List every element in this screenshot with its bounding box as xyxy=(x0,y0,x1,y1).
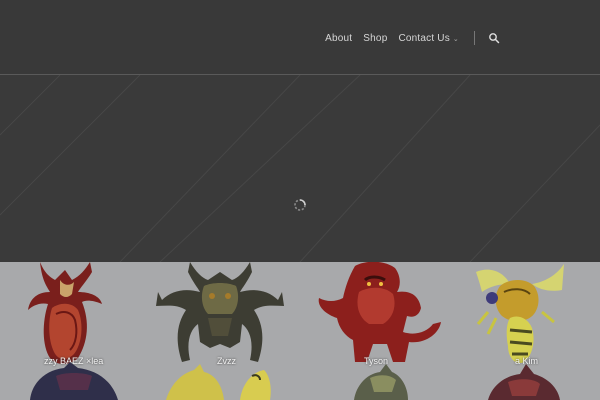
loading-spinner-icon xyxy=(294,199,306,211)
nav-shop[interactable]: Shop xyxy=(363,33,387,44)
chevron-down-icon: ⌄ xyxy=(452,35,459,43)
site-header: About Shop Contact Us ⌄ xyxy=(0,0,600,75)
creature-image-5[interactable] xyxy=(20,362,130,400)
creature-image-7[interactable] xyxy=(340,362,420,400)
nav-contact-label: Contact Us xyxy=(398,32,450,44)
search-icon[interactable] xyxy=(488,32,500,44)
creature-image-1[interactable] xyxy=(20,262,110,367)
nav-contact[interactable]: Contact Us ⌄ xyxy=(398,33,459,44)
creature-image-3[interactable] xyxy=(315,262,445,367)
creature-image-2[interactable] xyxy=(150,262,290,367)
nav-divider xyxy=(474,31,475,45)
nav-about[interactable]: About xyxy=(325,33,352,44)
diagonal-lines-decoration xyxy=(0,75,600,262)
creature-image-4[interactable] xyxy=(470,262,570,367)
creature-image-6[interactable] xyxy=(160,362,280,400)
loading-overlay xyxy=(0,75,600,262)
creature-gallery: zzy BAEZ ×lea Zvzz Tyson a Kim xyxy=(0,262,600,400)
creature-image-8[interactable] xyxy=(478,362,568,400)
main-nav: About Shop Contact Us ⌄ xyxy=(325,31,500,45)
